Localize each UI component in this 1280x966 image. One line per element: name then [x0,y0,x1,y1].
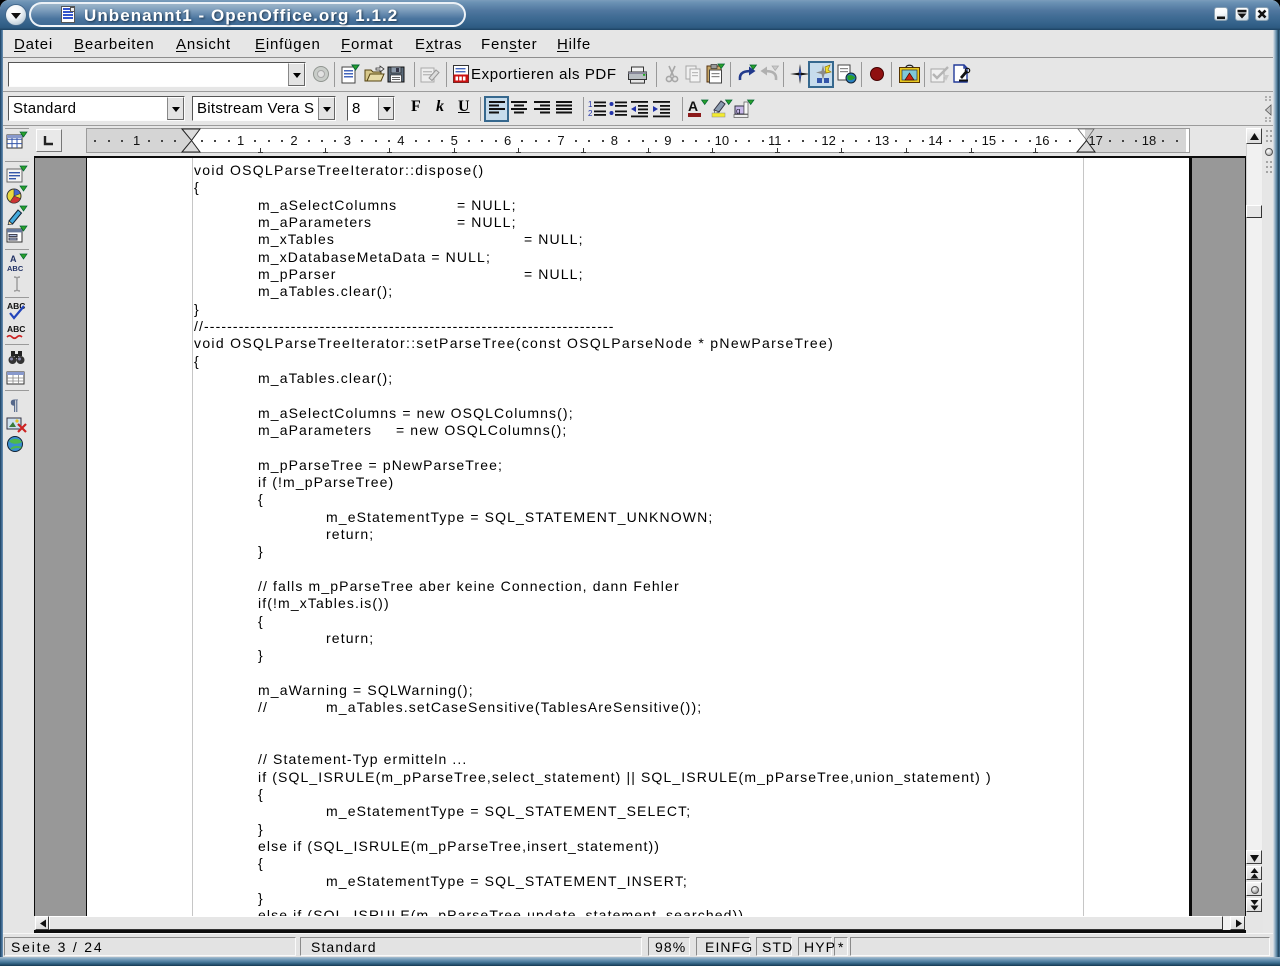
svg-text:¶: ¶ [10,397,19,414]
svg-text:ABC: ABC [7,324,25,334]
svg-text:ABC: ABC [7,264,24,273]
svg-text:2: 2 [588,109,593,118]
svg-text:A: A [688,98,698,114]
svg-text:1: 1 [588,100,593,109]
svg-text:A: A [10,254,17,264]
